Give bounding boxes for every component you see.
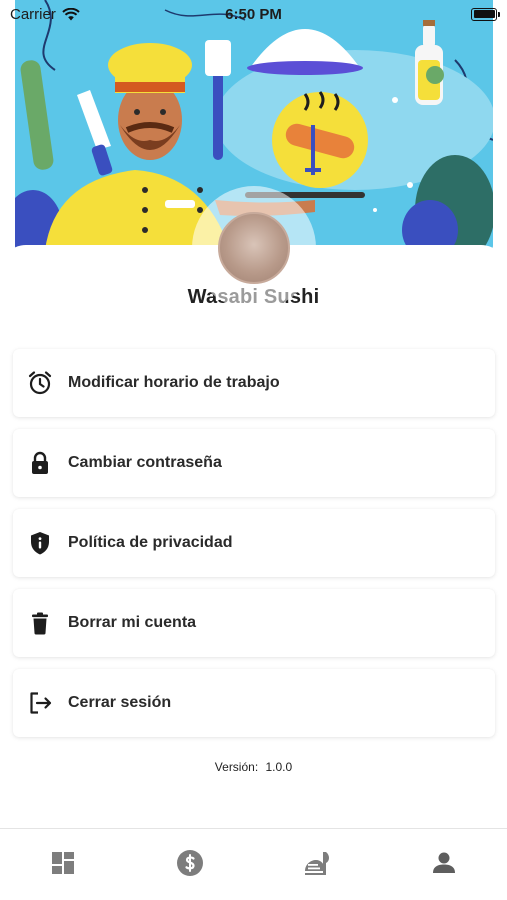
alarm-clock-icon bbox=[27, 370, 53, 396]
version-info: Versión: 1.0.0 bbox=[0, 760, 507, 774]
carrier-label: Carrier bbox=[10, 5, 56, 23]
menu-item-privacy-policy[interactable]: Política de privacidad bbox=[13, 509, 495, 577]
tab-dashboard[interactable] bbox=[0, 829, 127, 900]
menu-label: Borrar mi cuenta bbox=[68, 614, 197, 631]
menu-item-work-schedule[interactable]: Modificar horario de trabajo bbox=[13, 349, 495, 417]
dollar-icon bbox=[177, 849, 204, 876]
food-menu-icon bbox=[304, 851, 329, 875]
menu-label: Cambiar contraseña bbox=[68, 454, 222, 471]
tab-profile[interactable] bbox=[380, 829, 507, 900]
menu-label: Política de privacidad bbox=[68, 534, 233, 551]
profile-icon bbox=[432, 852, 455, 873]
menu-item-delete-account[interactable]: Borrar mi cuenta bbox=[13, 589, 495, 657]
menu-label: Modificar horario de trabajo bbox=[68, 374, 280, 391]
version-label: Versión: bbox=[214, 760, 259, 774]
menu-item-logout[interactable]: Cerrar sesión bbox=[13, 669, 495, 737]
menu-item-change-password[interactable]: Cambiar contraseña bbox=[13, 429, 495, 497]
avatar[interactable] bbox=[192, 186, 316, 310]
version-value: 1.0.0 bbox=[265, 760, 293, 774]
logout-icon bbox=[27, 690, 53, 716]
battery-fill bbox=[473, 10, 495, 18]
tab-food-menu[interactable] bbox=[254, 829, 381, 900]
avatar-image bbox=[218, 212, 290, 284]
menu-label: Cerrar sesión bbox=[68, 694, 172, 711]
shield-info-icon bbox=[27, 530, 53, 556]
trash-icon bbox=[27, 610, 53, 636]
battery-icon bbox=[471, 7, 500, 21]
tab-bar bbox=[0, 828, 507, 900]
dashboard-icon bbox=[52, 851, 75, 874]
wifi-icon bbox=[62, 7, 80, 20]
status-left: Carrier bbox=[10, 6, 80, 23]
lock-icon bbox=[27, 450, 53, 476]
settings-menu: Modificar horario de trabajo Cambiar con… bbox=[13, 349, 495, 749]
status-bar: Carrier 6:50 PM bbox=[0, 0, 507, 28]
tab-payments[interactable] bbox=[127, 829, 254, 900]
